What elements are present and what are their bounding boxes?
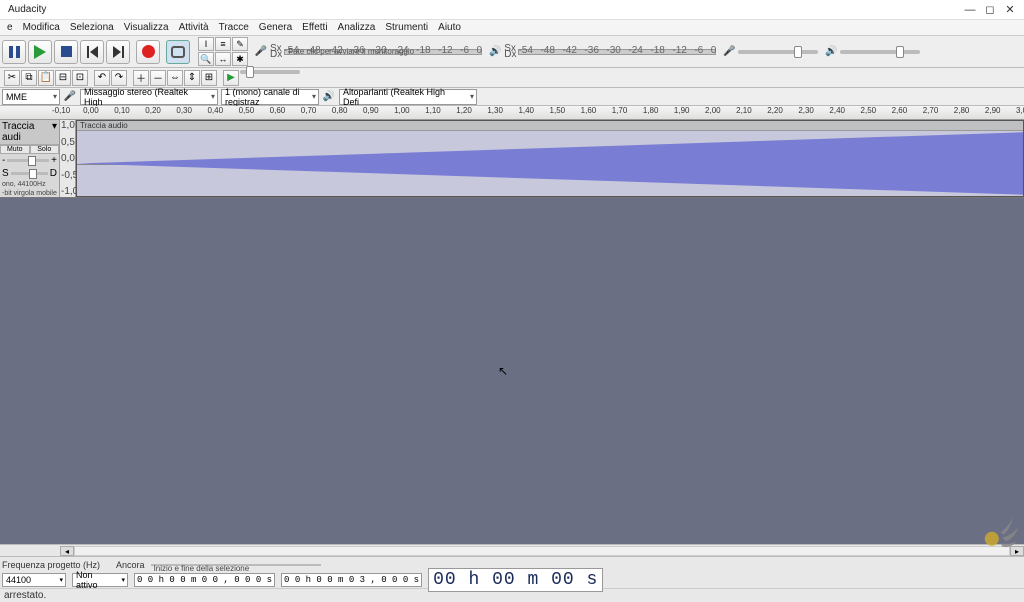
menu-file[interactable]: e: [2, 22, 18, 33]
menu-edit[interactable]: Modifica: [18, 22, 65, 33]
speaker-slider-icon: 🔊: [824, 45, 838, 59]
zoom-in-button[interactable]: ＋: [133, 70, 149, 86]
track-menu[interactable]: Traccia audi: [2, 121, 52, 143]
selection-start[interactable]: 0 0 h 0 0 m 0 0 , 0 0 0 s: [134, 573, 275, 587]
clip-title[interactable]: Traccia audio: [77, 121, 1023, 131]
zoom-toggle-button[interactable]: ⊞: [201, 70, 217, 86]
cut-button[interactable]: ✂: [4, 70, 20, 86]
envelope-tool[interactable]: ≡: [215, 37, 231, 51]
mic-slider-icon: 🎤: [722, 45, 736, 59]
play-speed-slider[interactable]: [240, 70, 300, 74]
project-rate-label: Frequenza progetto (Hz): [2, 560, 100, 570]
close-button[interactable]: ✕: [1000, 3, 1020, 16]
toolbar-main: I ≡ ✎ 🔍 ↔ ✱ 🎤 SxDx Fate clic per avviare…: [0, 36, 1024, 68]
stop-button[interactable]: [54, 40, 78, 64]
undo-button[interactable]: ↶: [94, 70, 110, 86]
snap-select[interactable]: Non attivo: [72, 573, 128, 587]
loop-button[interactable]: [166, 40, 190, 64]
menu-help[interactable]: Aiuto: [433, 22, 466, 33]
copy-button[interactable]: ⧉: [21, 70, 37, 86]
track-control-panel[interactable]: Traccia audi▾ MutoSolo -+ SD ono, 44100H…: [0, 120, 60, 197]
playback-meter[interactable]: 🔊 SxDx -54-48-42-36-30-24-18-12-60: [488, 45, 716, 59]
zoom-out-button[interactable]: －: [150, 70, 166, 86]
waveform-shape: [77, 131, 1023, 196]
meter-hint: Fate clic per avviare il monitoraggio: [288, 47, 414, 56]
skip-end-button[interactable]: [106, 40, 130, 64]
playback-device-select[interactable]: Altoparlanti (Realtek High Defi: [339, 89, 477, 105]
menu-select[interactable]: Seleziona: [65, 22, 119, 33]
project-rate-select[interactable]: 44100: [2, 573, 66, 587]
speaker-volume[interactable]: 🔊: [824, 45, 920, 59]
app-title: Audacity: [4, 4, 960, 15]
timeline-ruler[interactable]: -0,100,000,100,200,300,400,500,600,700,8…: [0, 106, 1024, 120]
draw-tool[interactable]: ✎: [232, 37, 248, 51]
solo-button[interactable]: Solo: [30, 145, 60, 154]
track-dropdown-icon[interactable]: ▾: [52, 121, 57, 143]
menu-analyze[interactable]: Analizza: [333, 22, 381, 33]
selection-tool[interactable]: I: [198, 37, 214, 51]
scroll-left-button[interactable]: ◂: [60, 546, 74, 556]
menu-transport[interactable]: Attività: [174, 22, 214, 33]
selection-end[interactable]: 0 0 h 0 0 m 0 3 , 0 0 0 s: [281, 573, 422, 587]
audio-host-select[interactable]: MME: [2, 89, 60, 105]
play-device-icon: 🔊: [322, 90, 336, 104]
selection-group: Inizio e fine della selezione: [151, 564, 321, 566]
selection-toolbar-row2: 44100 Non attivo 0 0 h 0 0 m 0 0 , 0 0 0…: [0, 572, 1024, 588]
paste-button[interactable]: 📋: [38, 70, 54, 86]
timeshift-tool[interactable]: ↔: [215, 52, 231, 66]
minimize-button[interactable]: —: [960, 4, 980, 16]
pan-slider[interactable]: [11, 172, 48, 175]
device-toolbar: MME 🎤 Missaggio stereo (Realtek High 1 (…: [0, 88, 1024, 106]
gain-slider[interactable]: [7, 159, 49, 162]
amplitude-ruler: 1,0 0,5 0,0 -0,5 -1,0: [60, 120, 76, 197]
pause-button[interactable]: [2, 40, 26, 64]
snap-label: Ancora: [116, 560, 145, 570]
audio-position[interactable]: 00 h 00 m 00 s: [428, 568, 603, 592]
menu-generate[interactable]: Genera: [254, 22, 297, 33]
waveform-clip[interactable]: Traccia audio: [76, 120, 1024, 197]
track-info-rate: ono, 44100Hz: [0, 180, 59, 189]
mute-button[interactable]: Muto: [0, 145, 30, 154]
zoom-tool[interactable]: 🔍: [198, 52, 214, 66]
silence-button[interactable]: ⊡: [72, 70, 88, 86]
record-button[interactable]: [136, 40, 160, 64]
menu-view[interactable]: Visualizza: [119, 22, 174, 33]
track-row: Traccia audi▾ MutoSolo -+ SD ono, 44100H…: [0, 120, 1024, 198]
cursor-icon: ↖: [498, 364, 508, 378]
track-info-format: -bit virgola mobile: [0, 189, 59, 198]
mic-volume[interactable]: 🎤: [722, 45, 818, 59]
multi-tool[interactable]: ✱: [232, 52, 248, 66]
tool-grid: I ≡ ✎ 🔍 ↔ ✱: [198, 37, 248, 66]
speaker-icon: 🔊: [488, 45, 502, 59]
channels-select[interactable]: 1 (mono) canale di registraz: [221, 89, 319, 105]
menubar: e Modifica Seleziona Visualizza Attività…: [0, 20, 1024, 36]
menu-tools[interactable]: Strumenti: [380, 22, 433, 33]
meter-dx: Dx: [270, 52, 282, 58]
rec-device-icon: 🎤: [63, 90, 77, 104]
fit-selection-button[interactable]: ⇔: [167, 70, 183, 86]
redo-button[interactable]: ↷: [111, 70, 127, 86]
recording-meter[interactable]: 🎤 SxDx Fate clic per avviare il monitora…: [254, 45, 482, 59]
play-button[interactable]: [28, 40, 52, 64]
skip-start-button[interactable]: [80, 40, 104, 64]
fit-project-button[interactable]: ⇕: [184, 70, 200, 86]
toolbar-edit: ✂ ⧉ 📋 ⊟ ⊡ ↶ ↷ ＋ － ⇔ ⇕ ⊞ ▶: [0, 68, 1024, 88]
titlebar: Audacity — ◻ ✕: [0, 0, 1024, 20]
transport-controls: [0, 40, 192, 64]
horizontal-scrollbar[interactable]: ◂ ▸: [0, 544, 1024, 556]
status-text: arrestato.: [4, 590, 46, 601]
recording-device-select[interactable]: Missaggio stereo (Realtek High: [80, 89, 218, 105]
watermark-logo: [976, 508, 1020, 552]
play-at-speed-button[interactable]: ▶: [223, 70, 239, 86]
menu-effects[interactable]: Effetti: [297, 22, 332, 33]
menu-tracks[interactable]: Tracce: [214, 22, 254, 33]
main-canvas[interactable]: ↖: [0, 198, 1024, 544]
trim-button[interactable]: ⊟: [55, 70, 71, 86]
maximize-button[interactable]: ◻: [980, 3, 1000, 16]
mic-icon: 🎤: [254, 45, 268, 59]
